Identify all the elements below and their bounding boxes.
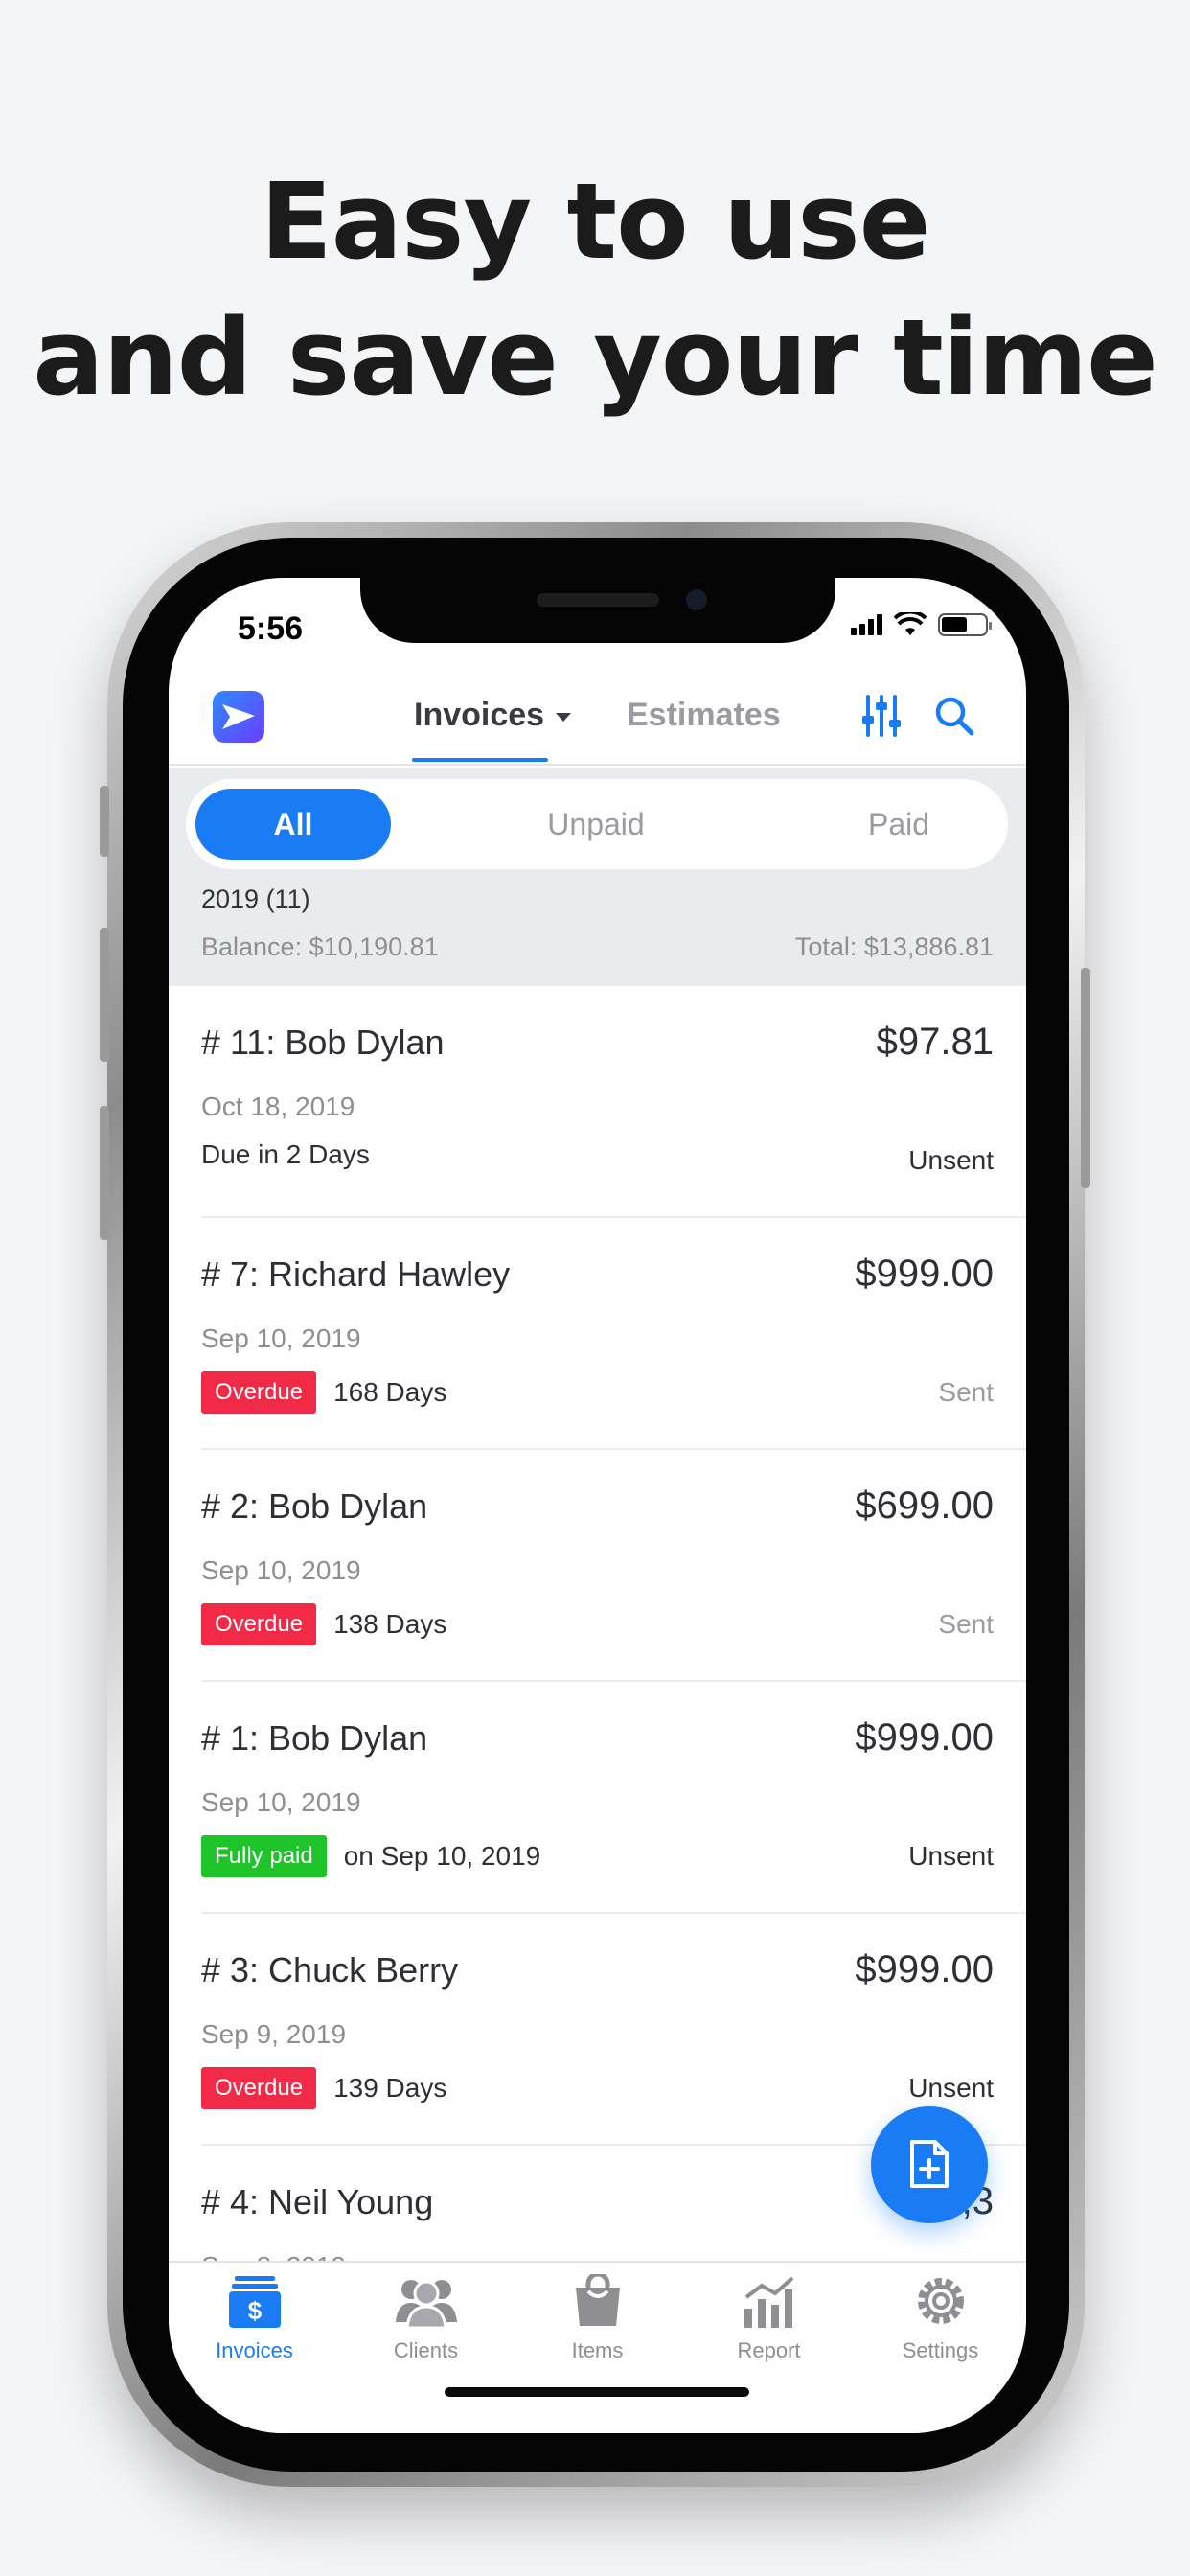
invoice-due-info: Overdue 138 Days [201, 1603, 446, 1645]
status-icons [851, 612, 992, 637]
wifi-icon [894, 612, 927, 635]
invoice-title: # 11: Bob Dylan [201, 1023, 445, 1062]
invoice-amount: $999.00 [855, 1253, 994, 1295]
tabbar-clients-label: Clients [393, 2338, 459, 2362]
invoice-send-status: Sent [938, 1377, 994, 1407]
invoice-amount: $97.81 [876, 1021, 994, 1063]
overdue-badge: Overdue [201, 1371, 317, 1414]
search-icon[interactable] [933, 695, 975, 737]
invoice-row[interactable]: # 2: Bob Dylan $699.00 Sep 10, 2019 Over… [201, 1450, 1026, 1682]
power-button [1081, 968, 1090, 1188]
year-group-header: 2019 (11) Balance: $10,190.81 Total: $13… [169, 883, 1026, 986]
fully-paid-badge: Fully paid [201, 1835, 327, 1877]
front-camera [686, 589, 707, 610]
phone-screen: 5:56 Invoices Estimates All Unpaid Paid … [169, 578, 1026, 2433]
invoice-title: # 7: Richard Hawley [201, 1254, 511, 1294]
items-icon [575, 2271, 620, 2326]
app-logo[interactable] [213, 691, 264, 743]
invoice-due-info: Overdue 168 Days [201, 1371, 446, 1414]
invoice-row[interactable]: # 1: Bob Dylan $999.00 Sep 10, 2019 Full… [201, 1682, 1026, 1914]
mute-switch [100, 786, 109, 857]
invoice-due-text: Due in 2 Days [201, 1139, 370, 1169]
bottom-tab-bar: $ Invoices Clients Items Report Settings [169, 2261, 1026, 2433]
tabbar-invoices-label: Invoices [216, 2338, 293, 2362]
tab-estimates[interactable]: Estimates [627, 697, 781, 734]
invoice-due-info: Overdue 139 Days [201, 2067, 446, 2109]
invoice-row[interactable]: # 3: Chuck Berry $999.00 Sep 9, 2019 Ove… [201, 1914, 1026, 2146]
invoice-amount: $999.00 [855, 1948, 994, 1990]
headline-line-1: Easy to use [260, 160, 931, 283]
invoice-amount: $699.00 [855, 1484, 994, 1527]
volume-up-button [100, 928, 109, 1062]
tabbar-items-label: Items [571, 2338, 624, 2362]
svg-text:$: $ [247, 2296, 262, 2325]
tabbar-settings-label: Settings [902, 2338, 979, 2362]
overdue-badge: Overdue [201, 1603, 317, 1645]
invoice-title: # 1: Bob Dylan [201, 1718, 428, 1758]
clients-icon [395, 2280, 457, 2330]
status-time: 5:56 [238, 610, 304, 647]
invoice-date: Sep 10, 2019 [201, 1555, 361, 1585]
notch [360, 578, 835, 643]
tabbar-invoices[interactable]: $ Invoices [169, 2274, 340, 2363]
invoices-icon: $ [228, 2276, 281, 2328]
nav-bar: Invoices Estimates [169, 674, 1026, 766]
volume-down-button [100, 1106, 109, 1240]
invoice-due-text: 139 Days [333, 2073, 447, 2103]
invoice-due-text: 168 Days [333, 1377, 447, 1407]
filter-sliders-icon[interactable] [860, 693, 903, 739]
new-invoice-button[interactable] [871, 2106, 988, 2223]
invoice-due-info: Fully paid on Sep 10, 2019 [201, 1835, 540, 1877]
invoice-due-text: 138 Days [333, 1609, 447, 1639]
settings-icon [917, 2278, 964, 2324]
invoice-date: Sep 10, 2019 [201, 1787, 361, 1817]
invoice-due-info: Due in 2 Days [201, 1139, 370, 1170]
tab-active-indicator [412, 758, 548, 762]
tab-invoices[interactable]: Invoices [414, 697, 572, 734]
invoice-title: # 4: Neil Young [201, 2182, 434, 2221]
invoice-paid-date: on Sep 10, 2019 [343, 1841, 541, 1871]
report-icon [744, 2276, 793, 2328]
invoice-date: Sep 9, 2019 [201, 2019, 347, 2049]
invoice-row[interactable]: # 7: Richard Hawley $999.00 Sep 10, 2019… [201, 1218, 1026, 1450]
invoice-amount: $999.00 [855, 1716, 994, 1759]
invoice-send-status: Unsent [908, 2073, 994, 2103]
invoice-title: # 3: Chuck Berry [201, 1950, 459, 1990]
group-total: Total: $13,886.81 [794, 932, 994, 961]
filter-segmented-control: All Unpaid Paid [186, 779, 1008, 869]
paper-plane-icon [222, 704, 255, 729]
tabbar-clients[interactable]: Clients [340, 2274, 512, 2363]
filter-paid-button[interactable]: Paid [801, 789, 996, 860]
home-indicator [445, 2387, 749, 2397]
invoice-row[interactable]: # 11: Bob Dylan $97.81 Oct 18, 2019 Due … [201, 986, 1026, 1218]
headline-line-2: and save your time [33, 296, 1158, 419]
speaker [537, 593, 659, 607]
new-document-icon [910, 2140, 949, 2188]
filter-all-button[interactable]: All [195, 789, 391, 860]
filter-unpaid-button[interactable]: Unpaid [498, 789, 694, 860]
marketing-headline: Easy to use and save your time [0, 153, 1190, 426]
invoice-date: Oct 18, 2019 [201, 1092, 355, 1121]
battery-icon [938, 613, 992, 636]
invoice-send-status: Unsent [908, 1841, 994, 1871]
invoice-send-status: Sent [938, 1609, 994, 1639]
group-balance: Balance: $10,190.81 [201, 932, 439, 961]
invoice-date: Sep 10, 2019 [201, 1323, 361, 1353]
tab-invoices-label: Invoices [414, 697, 545, 733]
group-title: 2019 (11) [201, 885, 310, 913]
invoice-send-status: Unsent [908, 1145, 994, 1175]
tabbar-settings[interactable]: Settings [855, 2274, 1026, 2363]
filter-segment-bar: All Unpaid Paid [169, 768, 1026, 883]
tabbar-report-label: Report [737, 2338, 801, 2362]
tabbar-report[interactable]: Report [683, 2274, 855, 2363]
overdue-badge: Overdue [201, 2067, 317, 2109]
invoice-title: # 2: Bob Dylan [201, 1486, 428, 1526]
chevron-down-icon [556, 713, 572, 722]
tabbar-items[interactable]: Items [512, 2271, 683, 2363]
cellular-signal-icon [851, 614, 882, 635]
